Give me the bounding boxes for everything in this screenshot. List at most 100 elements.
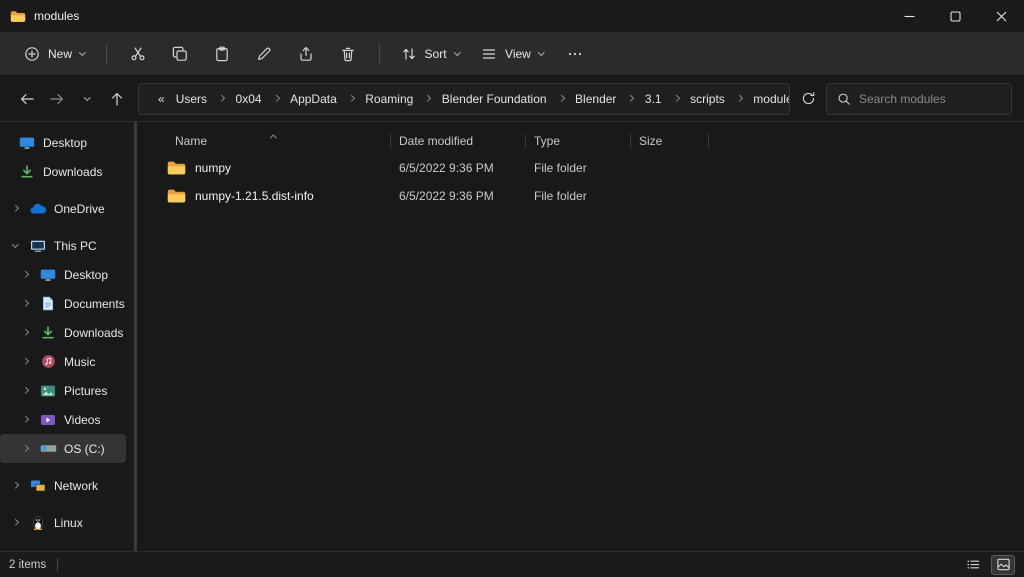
breadcrumb-segment[interactable]: AppData bbox=[288, 90, 339, 108]
search-input[interactable] bbox=[859, 92, 1001, 106]
breadcrumb-chevron-icon[interactable] bbox=[346, 96, 357, 101]
breadcrumb-segment[interactable]: Blender bbox=[573, 90, 618, 108]
music-icon bbox=[39, 354, 57, 369]
sidebar-item-this-pc[interactable]: This PC bbox=[0, 231, 134, 260]
downloads-icon bbox=[18, 164, 36, 180]
expand-chevron-icon[interactable] bbox=[18, 388, 32, 393]
sidebar-item-downloads-pinned[interactable]: Downloads bbox=[0, 157, 134, 186]
expand-chevron-icon[interactable] bbox=[18, 301, 32, 306]
minimize-icon bbox=[904, 11, 915, 22]
minimize-button[interactable] bbox=[886, 0, 932, 32]
cut-button[interactable] bbox=[118, 38, 158, 70]
breadcrumb-overflow[interactable]: « bbox=[156, 90, 167, 108]
breadcrumb-segment[interactable]: Blender Foundation bbox=[440, 90, 549, 108]
sidebar-item-onedrive[interactable]: OneDrive bbox=[0, 194, 134, 223]
maximize-button[interactable] bbox=[932, 0, 978, 32]
chevron-down-icon bbox=[454, 49, 460, 55]
view-button[interactable]: View bbox=[471, 38, 553, 70]
sidebar-item-music[interactable]: Music bbox=[0, 347, 134, 376]
maximize-icon bbox=[950, 11, 961, 22]
status-divider bbox=[57, 558, 58, 571]
column-header-name[interactable]: Name bbox=[159, 128, 391, 154]
breadcrumb-segment[interactable]: Users bbox=[174, 90, 209, 108]
copy-button[interactable] bbox=[160, 38, 200, 70]
sidebar-item-network[interactable]: Network bbox=[0, 471, 134, 500]
title-bar: modules bbox=[0, 0, 1024, 32]
sidebar-item-pictures[interactable]: Pictures bbox=[0, 376, 134, 405]
rename-button[interactable] bbox=[244, 38, 284, 70]
new-button[interactable]: New bbox=[14, 38, 95, 70]
pictures-icon bbox=[39, 383, 57, 399]
sidebar-item-desktop[interactable]: Desktop bbox=[0, 260, 134, 289]
file-name: numpy bbox=[195, 161, 231, 175]
file-row[interactable]: numpy-1.21.5.dist-info 6/5/2022 9:36 PM … bbox=[159, 182, 1024, 210]
chevron-down-icon bbox=[79, 49, 85, 55]
column-header-date-modified[interactable]: Date modified bbox=[391, 128, 526, 154]
sidebar-item-label: Music bbox=[64, 355, 95, 369]
plus-icon bbox=[24, 46, 40, 62]
search-icon bbox=[837, 92, 851, 106]
more-options-button[interactable] bbox=[555, 38, 595, 70]
refresh-button[interactable] bbox=[792, 84, 824, 114]
expand-chevron-icon[interactable] bbox=[8, 520, 22, 525]
expand-chevron-icon[interactable] bbox=[18, 272, 32, 277]
breadcrumb-segment[interactable]: 3.1 bbox=[643, 90, 664, 108]
breadcrumb-segment[interactable]: modules bbox=[751, 90, 790, 108]
column-header-size[interactable]: Size bbox=[631, 128, 709, 154]
sidebar-item-label: OS (C:) bbox=[64, 442, 105, 456]
breadcrumb-chevron-icon[interactable] bbox=[734, 96, 745, 101]
expand-chevron-icon[interactable] bbox=[18, 330, 32, 335]
paste-button[interactable] bbox=[202, 38, 242, 70]
share-button[interactable] bbox=[286, 38, 326, 70]
breadcrumb-chevron-icon[interactable] bbox=[556, 96, 567, 101]
details-view-button[interactable] bbox=[961, 555, 985, 575]
window-title: modules bbox=[34, 9, 79, 23]
recent-locations-button[interactable] bbox=[72, 84, 102, 114]
column-header-type[interactable]: Type bbox=[526, 128, 631, 154]
clipboard-icon bbox=[214, 46, 230, 62]
expand-chevron-icon[interactable] bbox=[18, 359, 32, 364]
sidebar-item-documents[interactable]: Documents bbox=[0, 289, 134, 318]
view-icon bbox=[481, 46, 497, 62]
file-type-cell: File folder bbox=[526, 189, 631, 203]
up-button[interactable] bbox=[102, 84, 132, 114]
expand-chevron-icon[interactable] bbox=[18, 417, 32, 422]
sort-icon bbox=[401, 46, 417, 62]
sidebar-item-videos[interactable]: Videos bbox=[0, 405, 134, 434]
breadcrumb-chevron-icon[interactable] bbox=[216, 96, 227, 101]
thumbnails-view-button[interactable] bbox=[991, 555, 1015, 575]
body-area: Desktop Downloads OneDrive bbox=[0, 122, 1024, 551]
new-button-label: New bbox=[48, 47, 72, 61]
item-count: 2 items bbox=[9, 559, 46, 571]
file-row[interactable]: numpy 6/5/2022 9:36 PM File folder bbox=[159, 154, 1024, 182]
scissors-icon bbox=[130, 46, 146, 62]
sidebar-item-os-c[interactable]: OS (C:) bbox=[0, 434, 126, 463]
expand-chevron-icon[interactable] bbox=[8, 206, 22, 211]
sidebar-item-label: Downloads bbox=[64, 326, 123, 340]
sidebar-item-label: Pictures bbox=[64, 384, 107, 398]
back-button[interactable] bbox=[12, 84, 42, 114]
forward-button[interactable] bbox=[42, 84, 72, 114]
collapse-chevron-icon[interactable] bbox=[8, 245, 22, 247]
breadcrumb-chevron-icon[interactable] bbox=[671, 96, 682, 101]
status-bar-right bbox=[961, 555, 1015, 575]
breadcrumb-chevron-icon[interactable] bbox=[271, 96, 282, 101]
delete-button[interactable] bbox=[328, 38, 368, 70]
breadcrumb-segment[interactable]: scripts bbox=[688, 90, 727, 108]
sidebar-item-linux[interactable]: Linux bbox=[0, 508, 134, 537]
sidebar-item-downloads[interactable]: Downloads bbox=[0, 318, 134, 347]
breadcrumb-chevron-icon[interactable] bbox=[422, 96, 433, 101]
document-icon bbox=[39, 296, 57, 311]
breadcrumb-segment[interactable]: 0x04 bbox=[234, 90, 264, 108]
sort-button[interactable]: Sort bbox=[391, 38, 470, 70]
breadcrumb-segment[interactable]: Roaming bbox=[363, 90, 415, 108]
sidebar-item-desktop-pinned[interactable]: Desktop bbox=[0, 128, 134, 157]
expand-chevron-icon[interactable] bbox=[18, 446, 32, 451]
chevron-down-icon bbox=[84, 94, 90, 100]
breadcrumb-chevron-icon[interactable] bbox=[625, 96, 636, 101]
address-bar[interactable]: « Users 0x04 AppData Roaming Blender Fou… bbox=[138, 83, 790, 115]
close-button[interactable] bbox=[978, 0, 1024, 32]
expand-chevron-icon[interactable] bbox=[8, 483, 22, 488]
onedrive-cloud-icon bbox=[29, 203, 47, 215]
file-name: numpy-1.21.5.dist-info bbox=[195, 189, 314, 203]
